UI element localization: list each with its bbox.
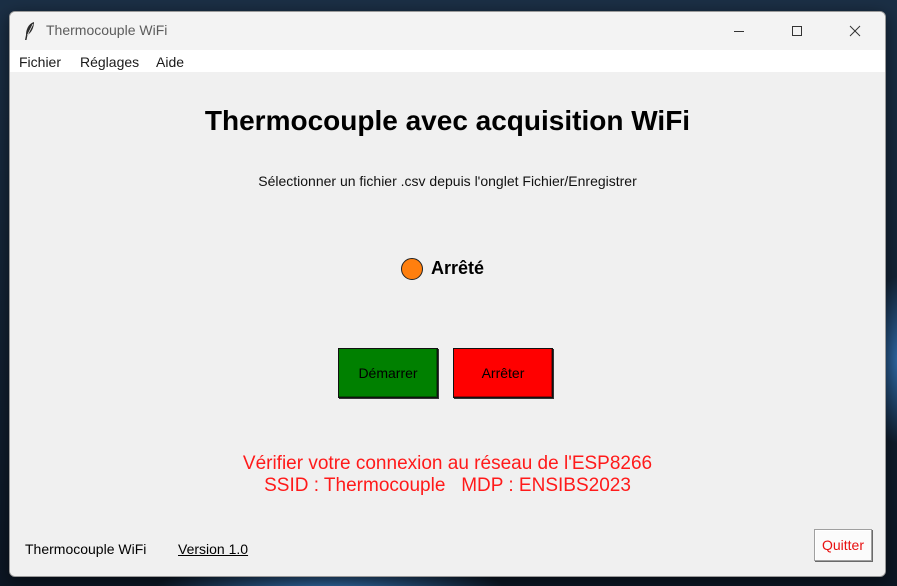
menu-bar: Fichier Réglages Aide xyxy=(10,50,885,72)
feather-icon xyxy=(25,22,34,40)
version-link[interactable]: Version 1.0 xyxy=(178,541,248,557)
instruction-text: Sélectionner un fichier .csv depuis l'on… xyxy=(258,173,637,189)
close-icon xyxy=(849,25,861,37)
menu-aide[interactable]: Aide xyxy=(156,54,184,70)
minimize-icon xyxy=(734,31,744,32)
maximize-icon xyxy=(792,26,802,36)
warning-line-credentials: SSID : Thermocouple MDP : ENSIBS2023 xyxy=(264,475,631,496)
warning-line-network: Vérifier votre connexion au réseau de l'… xyxy=(242,453,653,474)
status-indicator xyxy=(401,258,423,280)
menu-fichier[interactable]: Fichier xyxy=(19,54,61,70)
menu-reglages[interactable]: Réglages xyxy=(80,54,139,70)
title-bar[interactable]: Thermocouple WiFi xyxy=(10,12,885,50)
main-content: Thermocouple avec acquisition WiFi Sélec… xyxy=(10,72,885,576)
stop-button[interactable]: Arrêter xyxy=(453,348,553,398)
app-window: Thermocouple WiFi Fichier Réglages Aide … xyxy=(9,11,886,577)
quit-button[interactable]: Quitter xyxy=(814,529,872,561)
minimize-button[interactable] xyxy=(710,12,768,50)
maximize-button[interactable] xyxy=(768,12,826,50)
start-button[interactable]: Démarrer xyxy=(338,348,438,398)
status-label: Arrêté xyxy=(431,258,485,278)
footer-app-name: Thermocouple WiFi xyxy=(25,541,147,557)
window-title: Thermocouple WiFi xyxy=(46,22,168,38)
close-button[interactable] xyxy=(826,12,884,50)
page-title: Thermocouple avec acquisition WiFi xyxy=(204,105,691,136)
connection-warning: Vérifier votre connexion au réseau de l'… xyxy=(10,453,885,497)
